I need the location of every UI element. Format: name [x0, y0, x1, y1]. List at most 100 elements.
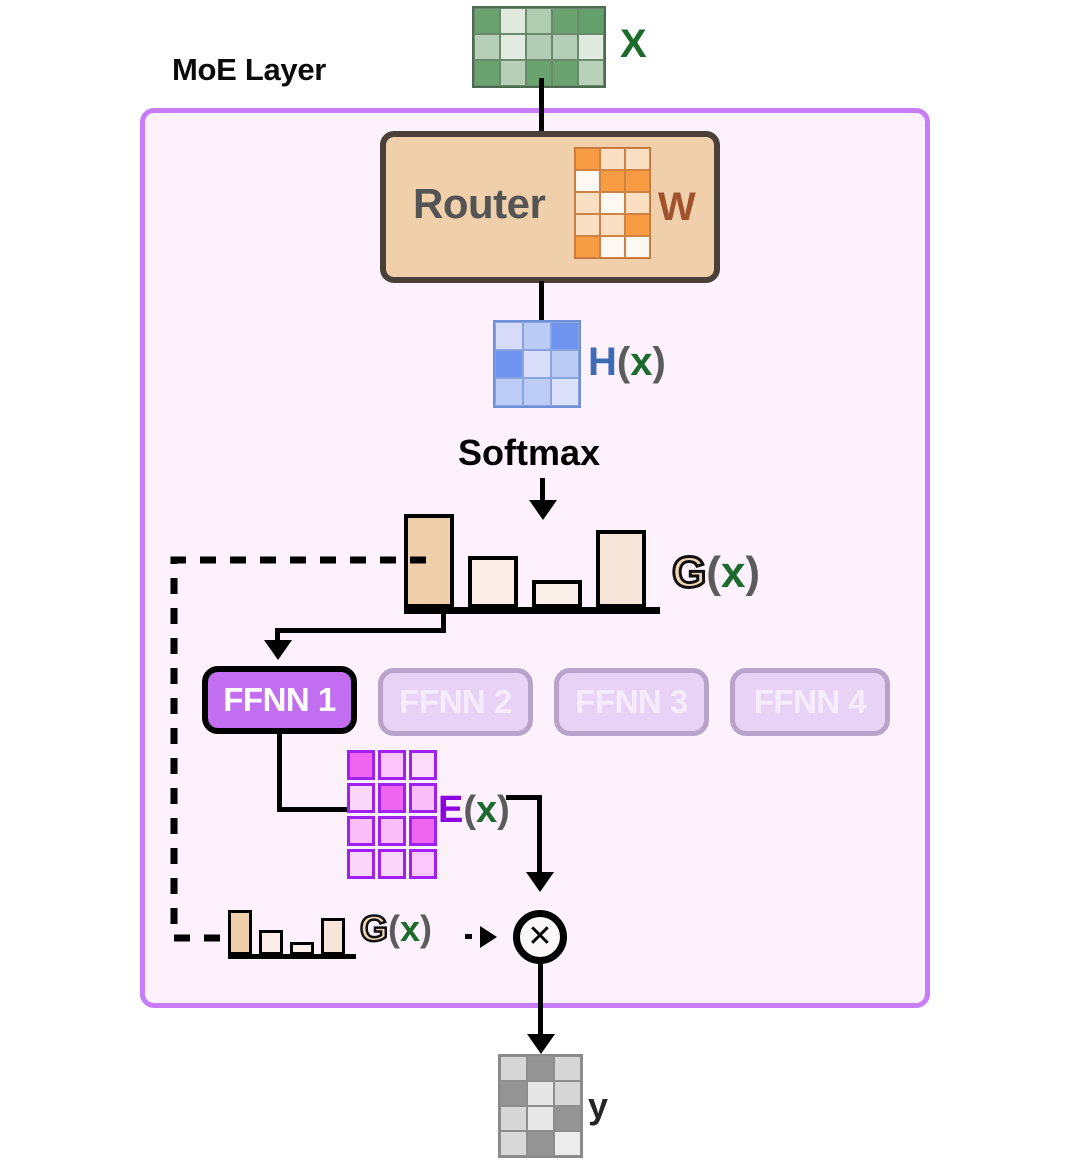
- matrix-cell: [526, 34, 552, 60]
- x-variable: x: [630, 340, 653, 384]
- matrix-cell: [495, 378, 523, 406]
- matrix-cell: [554, 1056, 581, 1081]
- matrix-cell: [578, 60, 604, 86]
- matrix-cell: [600, 170, 625, 192]
- matrix-cell: [527, 1106, 554, 1131]
- matrix-cell: [474, 8, 500, 34]
- chart-bar: [468, 556, 518, 608]
- chart-bars: [228, 910, 352, 955]
- multiply-symbol: ✕: [527, 920, 553, 953]
- h-fn-letter: H: [588, 340, 617, 384]
- matrix-cell: [500, 1106, 527, 1131]
- router-weight-matrix: [574, 147, 651, 259]
- expert-label: FFNN 3: [575, 683, 688, 720]
- matrix-cell: [527, 1056, 554, 1081]
- matrix-cell: [575, 236, 600, 258]
- chart-bar: [228, 910, 252, 955]
- paren-close: ): [745, 548, 761, 597]
- weight-matrix-label: W: [658, 185, 696, 229]
- expert-label: FFNN 4: [753, 683, 867, 720]
- matrix-cell: [575, 214, 600, 236]
- matrix-cell: [551, 378, 579, 406]
- output-matrix-label: y: [588, 1085, 609, 1126]
- input-matrix-label: X: [620, 22, 647, 66]
- matrix-cell: [551, 350, 579, 378]
- matrix-cell: [575, 170, 600, 192]
- matrix-cell: [474, 34, 500, 60]
- chart-baseline: [228, 954, 356, 959]
- matrix-cell: [527, 1081, 554, 1106]
- e-fn-letter: E: [438, 789, 464, 831]
- matrix-cell: [552, 34, 578, 60]
- output-matrix-y: [498, 1054, 583, 1158]
- matrix-cell: [625, 236, 650, 258]
- matrix-cell: [578, 34, 604, 60]
- matrix-cell: [500, 1131, 527, 1156]
- matrix-cell: [625, 192, 650, 214]
- route-dot-1: [465, 934, 472, 939]
- matrix-cell: [554, 1131, 581, 1156]
- matrix-cell: [600, 148, 625, 170]
- matrix-cell: [625, 214, 650, 236]
- input-matrix-x: [472, 6, 606, 88]
- route-seg-v4: [537, 795, 542, 878]
- paren-open: (: [706, 548, 721, 597]
- chart-bar: [259, 930, 283, 955]
- expert-ffnn-4[interactable]: FFNN 4: [730, 668, 890, 736]
- matrix-cell: [500, 1056, 527, 1081]
- x-variable: x: [476, 789, 498, 831]
- chart-bar: [321, 918, 345, 955]
- hidden-matrix-label: H(x): [588, 340, 666, 385]
- matrix-cell: [554, 1081, 581, 1106]
- gate-feedback-path: [170, 556, 426, 942]
- chart-bar: [532, 580, 582, 608]
- g-fn-letter: G: [359, 907, 390, 951]
- router-label: Router: [413, 180, 546, 227]
- paren-open: (: [463, 789, 477, 831]
- matrix-cell: [495, 350, 523, 378]
- matrix-cell: [500, 60, 526, 86]
- arrow-down-icon: [526, 872, 554, 892]
- matrix-cell: [526, 8, 552, 34]
- matrix-cell: [495, 322, 523, 350]
- matrix-cell: [575, 148, 600, 170]
- x-variable: x: [400, 908, 421, 949]
- paren-close: ): [420, 908, 433, 949]
- matrix-cell: [578, 8, 604, 34]
- matrix-cell: [554, 1106, 581, 1131]
- matrix-cell: [551, 322, 579, 350]
- multiply-node[interactable]: ✕: [513, 910, 567, 964]
- matrix-cell: [474, 60, 500, 86]
- paren-close: ): [652, 340, 666, 384]
- matrix-cell: [500, 1081, 527, 1106]
- paren-open: (: [616, 340, 631, 384]
- matrix-cell: [625, 170, 650, 192]
- matrix-cell: [523, 350, 551, 378]
- hidden-matrix-h: [493, 320, 581, 408]
- paren-open: (: [388, 908, 401, 949]
- connector-x-to-router: [539, 78, 544, 134]
- expert-output-label: E(x): [438, 789, 510, 832]
- matrix-cell: [527, 1131, 554, 1156]
- matrix-cell: [500, 34, 526, 60]
- matrix-cell: [575, 192, 600, 214]
- matrix-cell: [600, 214, 625, 236]
- matrix-cell: [523, 378, 551, 406]
- page-title: MoE Layer: [172, 52, 327, 87]
- matrix-cell: [600, 236, 625, 258]
- matrix-cell: [552, 60, 578, 86]
- matrix-cell: [552, 8, 578, 34]
- chart-bars: [404, 514, 660, 608]
- chart-bar: [596, 530, 646, 608]
- g-fn-letter: G: [670, 547, 707, 599]
- arrow-down-icon: [527, 1034, 555, 1054]
- arrow-right-icon: [480, 926, 497, 948]
- x-variable: x: [720, 548, 746, 597]
- gate-distribution-chart: [404, 506, 660, 614]
- gate-mini-label: G(x): [359, 907, 433, 951]
- matrix-cell: [625, 148, 650, 170]
- matrix-cell: [500, 8, 526, 34]
- gate-weights-mini-chart: [228, 905, 356, 959]
- softmax-label: Softmax: [458, 432, 601, 473]
- expert-ffnn-3[interactable]: FFNN 3: [554, 668, 709, 736]
